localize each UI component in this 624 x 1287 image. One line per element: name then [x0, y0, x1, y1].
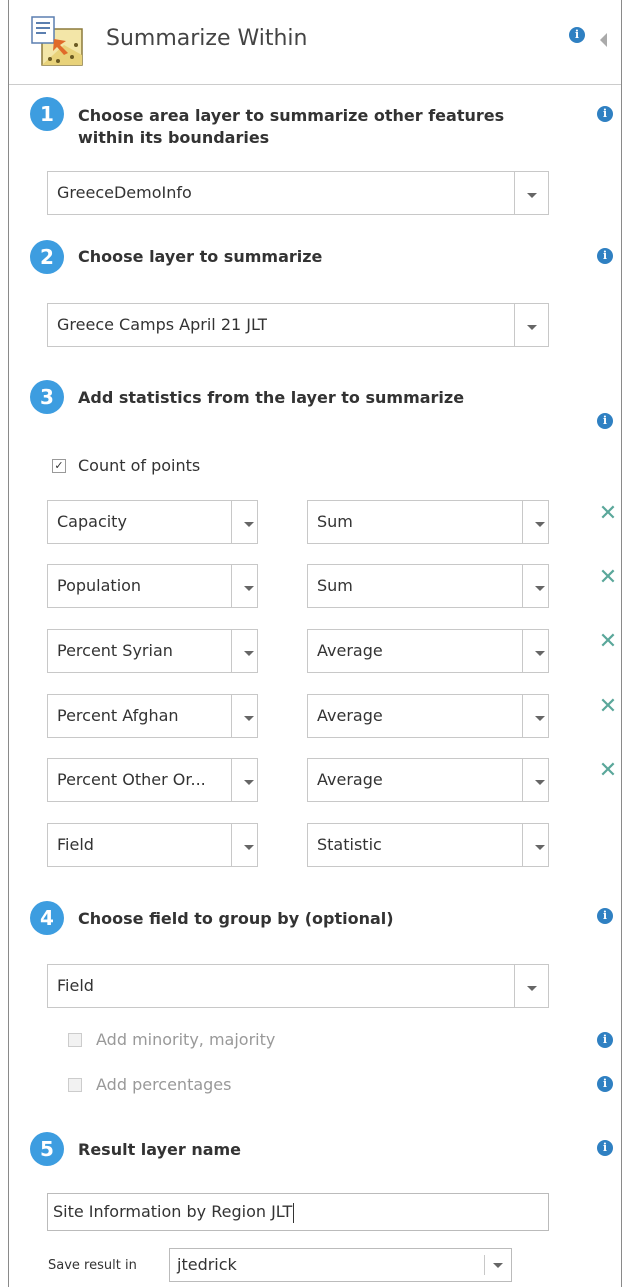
- panel-header: [9, 0, 621, 85]
- chevron-down-icon[interactable]: [514, 965, 548, 1007]
- chevron-down-icon[interactable]: [514, 304, 548, 346]
- step-1-badge: 1: [30, 97, 64, 131]
- step-5-label: Result layer name: [78, 1140, 242, 1159]
- stat-type-select[interactable]: Average: [307, 629, 549, 673]
- panel-title: Summarize Within: [106, 26, 308, 51]
- stat-field-value: Population: [57, 576, 142, 595]
- step-2-badge: 2: [30, 240, 64, 274]
- stat-type-select[interactable]: Average: [307, 758, 549, 802]
- stat-field-select[interactable]: Percent Syrian: [47, 629, 258, 673]
- stat-field-select[interactable]: Population: [47, 564, 258, 608]
- stat-type-value: Average: [317, 641, 383, 660]
- summarize-layer-select[interactable]: Greece Camps April 21 JLT: [47, 303, 549, 347]
- info-icon[interactable]: i: [597, 1076, 613, 1092]
- save-result-in-label: Save result in: [48, 1258, 137, 1273]
- chevron-down-icon[interactable]: [231, 630, 257, 672]
- chevron-down-icon[interactable]: [231, 759, 257, 801]
- save-result-in-value: jtedrick: [177, 1255, 237, 1274]
- text-caret: [293, 1202, 295, 1223]
- chevron-down-icon[interactable]: [231, 695, 257, 737]
- step-2-label: Choose layer to summarize: [78, 247, 323, 266]
- save-result-in-select[interactable]: jtedrick: [169, 1248, 512, 1282]
- group-by-field-value: Field: [57, 976, 94, 995]
- step-3-badge: 3: [30, 380, 64, 414]
- chevron-down-icon[interactable]: [231, 565, 257, 607]
- stat-field-select[interactable]: Capacity: [47, 500, 258, 544]
- result-layer-name-input[interactable]: Site Information by Region JLT: [47, 1193, 549, 1231]
- minority-majority-checkbox[interactable]: [68, 1033, 82, 1047]
- chevron-down-icon[interactable]: [522, 565, 548, 607]
- summarize-layer-select-value: Greece Camps April 21 JLT: [57, 315, 268, 334]
- info-icon[interactable]: i: [597, 908, 613, 924]
- step-1-label-line1: Choose area layer to summarize other fea…: [78, 106, 505, 125]
- stat-type-select[interactable]: Statistic: [307, 823, 549, 867]
- count-of-points-checkbox[interactable]: ✓: [52, 459, 66, 473]
- info-icon[interactable]: i: [597, 413, 613, 429]
- chevron-down-icon[interactable]: [514, 172, 548, 214]
- stat-field-value: Percent Other Or...: [57, 770, 206, 789]
- chevron-down-icon[interactable]: [522, 759, 548, 801]
- stat-type-value: Sum: [317, 512, 353, 531]
- info-icon[interactable]: i: [597, 106, 613, 122]
- minority-majority-label: Add minority, majority: [96, 1030, 276, 1049]
- stat-type-select[interactable]: Sum: [307, 500, 549, 544]
- stat-field-value: Percent Syrian: [57, 641, 173, 660]
- group-by-field-select[interactable]: Field: [47, 964, 549, 1008]
- stat-type-select[interactable]: Sum: [307, 564, 549, 608]
- chevron-down-icon[interactable]: [231, 501, 257, 543]
- stat-type-value: Statistic: [317, 835, 382, 854]
- stat-field-value: Capacity: [57, 512, 127, 531]
- step-5-badge: 5: [30, 1132, 64, 1166]
- step-1-label-line2: within its boundaries: [78, 128, 270, 147]
- stat-type-value: Average: [317, 706, 383, 725]
- stat-field-select[interactable]: Field: [47, 823, 258, 867]
- stat-field-select[interactable]: Percent Other Or...: [47, 758, 258, 802]
- stat-field-value: Percent Afghan: [57, 706, 179, 725]
- remove-icon[interactable]: ✕: [598, 760, 618, 782]
- step-1-label: Choose area layer to summarize other fea…: [78, 105, 504, 149]
- remove-icon[interactable]: ✕: [598, 567, 618, 589]
- stat-field-value: Field: [57, 835, 94, 854]
- chevron-down-icon[interactable]: [522, 824, 548, 866]
- step-4-label: Choose field to group by (optional): [78, 909, 394, 928]
- info-icon[interactable]: i: [597, 248, 613, 264]
- percentages-checkbox[interactable]: [68, 1078, 82, 1092]
- percentages-label: Add percentages: [96, 1075, 232, 1094]
- chevron-down-icon[interactable]: [484, 1255, 511, 1275]
- collapse-left-icon[interactable]: [600, 33, 607, 47]
- area-layer-select[interactable]: GreeceDemoInfo: [47, 171, 549, 215]
- info-icon[interactable]: i: [597, 1140, 613, 1156]
- result-layer-name-value: Site Information by Region JLT: [53, 1202, 293, 1221]
- chevron-down-icon[interactable]: [231, 824, 257, 866]
- stat-field-select[interactable]: Percent Afghan: [47, 694, 258, 738]
- remove-icon[interactable]: ✕: [598, 631, 618, 653]
- step-4-badge: 4: [30, 901, 64, 935]
- stat-type-value: Average: [317, 770, 383, 789]
- chevron-down-icon[interactable]: [522, 501, 548, 543]
- info-icon[interactable]: i: [569, 27, 585, 43]
- area-layer-select-value: GreeceDemoInfo: [57, 183, 192, 202]
- summarize-within-tool-icon: [31, 16, 83, 66]
- remove-icon[interactable]: ✕: [598, 503, 618, 525]
- step-3-label: Add statistics from the layer to summari…: [78, 388, 465, 407]
- count-of-points-label: Count of points: [78, 456, 201, 475]
- stat-type-value: Sum: [317, 576, 353, 595]
- chevron-down-icon[interactable]: [522, 695, 548, 737]
- info-icon[interactable]: i: [597, 1032, 613, 1048]
- chevron-down-icon[interactable]: [522, 630, 548, 672]
- remove-icon[interactable]: ✕: [598, 696, 618, 718]
- stat-type-select[interactable]: Average: [307, 694, 549, 738]
